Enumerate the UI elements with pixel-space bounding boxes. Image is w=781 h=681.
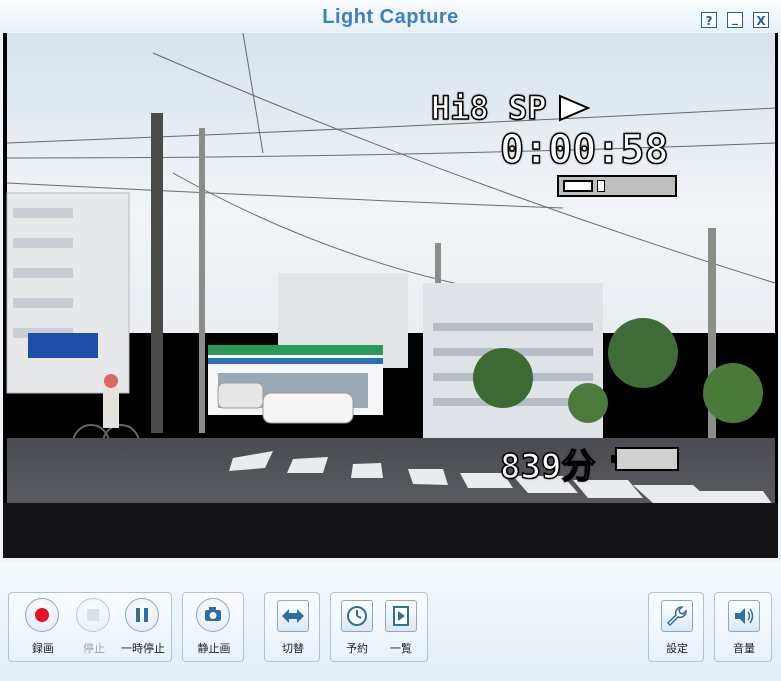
crosswalk: [229, 451, 775, 508]
schedule-list-group: 予約 一覧: [330, 592, 428, 662]
stop-icon: [76, 598, 110, 632]
control-bar: 録画 停止 一時停止 静止画 切替 予約 一覧 設定 音量: [0, 562, 781, 681]
clock-icon: [341, 600, 373, 632]
wrench-icon: [661, 600, 693, 632]
record-controls-group: 録画 停止 一時停止: [8, 592, 172, 662]
minimize-button[interactable]: _: [727, 12, 743, 28]
list-play-icon: [385, 600, 417, 632]
camera-icon: [196, 598, 230, 632]
pause-button[interactable]: 一時停止: [119, 593, 167, 663]
record-button[interactable]: 録画: [19, 593, 67, 663]
volume-button[interactable]: 音量: [720, 593, 768, 663]
list-label: 一覧: [390, 642, 412, 655]
switch-arrows-icon: [277, 600, 309, 632]
cassette-icon: [563, 180, 593, 192]
snapshot-button[interactable]: 静止画: [190, 593, 238, 663]
osd-play-icon: [559, 94, 591, 122]
record-icon: [25, 598, 59, 632]
volume-group: 音量: [714, 592, 772, 662]
car-dashboard: [3, 503, 778, 558]
osd-tape-progress: [597, 180, 605, 192]
video-preview: Hi8 SP 0:00:58 839分: [3, 33, 778, 558]
window-title: Light Capture: [322, 6, 459, 28]
speaker-icon: [728, 600, 760, 632]
volume-label: 音量: [733, 642, 755, 655]
switch-button[interactable]: 切替: [269, 593, 317, 663]
pause-icon: [125, 598, 159, 632]
battery-icon: [611, 447, 679, 471]
osd-format: Hi8 SP: [430, 88, 547, 128]
switch-group: 切替: [264, 592, 320, 662]
settings-group: 設定: [648, 592, 704, 662]
settings-button[interactable]: 設定: [653, 593, 701, 663]
stop-button[interactable]: 停止: [70, 593, 118, 663]
switch-label: 切替: [282, 642, 304, 655]
osd-timecode: 0:00:58: [499, 126, 669, 174]
title-bar: Light Capture ? _ X: [0, 0, 781, 32]
help-button[interactable]: ?: [701, 12, 717, 28]
close-button[interactable]: X: [753, 12, 769, 28]
settings-label: 設定: [666, 642, 688, 655]
snapshot-group: 静止画: [182, 592, 244, 662]
snapshot-label: 静止画: [197, 642, 231, 655]
pause-label: 一時停止: [121, 642, 165, 655]
osd-remaining: 839分: [499, 446, 596, 488]
list-button[interactable]: 一覧: [377, 593, 425, 663]
osd-tape-bar: [557, 175, 677, 197]
